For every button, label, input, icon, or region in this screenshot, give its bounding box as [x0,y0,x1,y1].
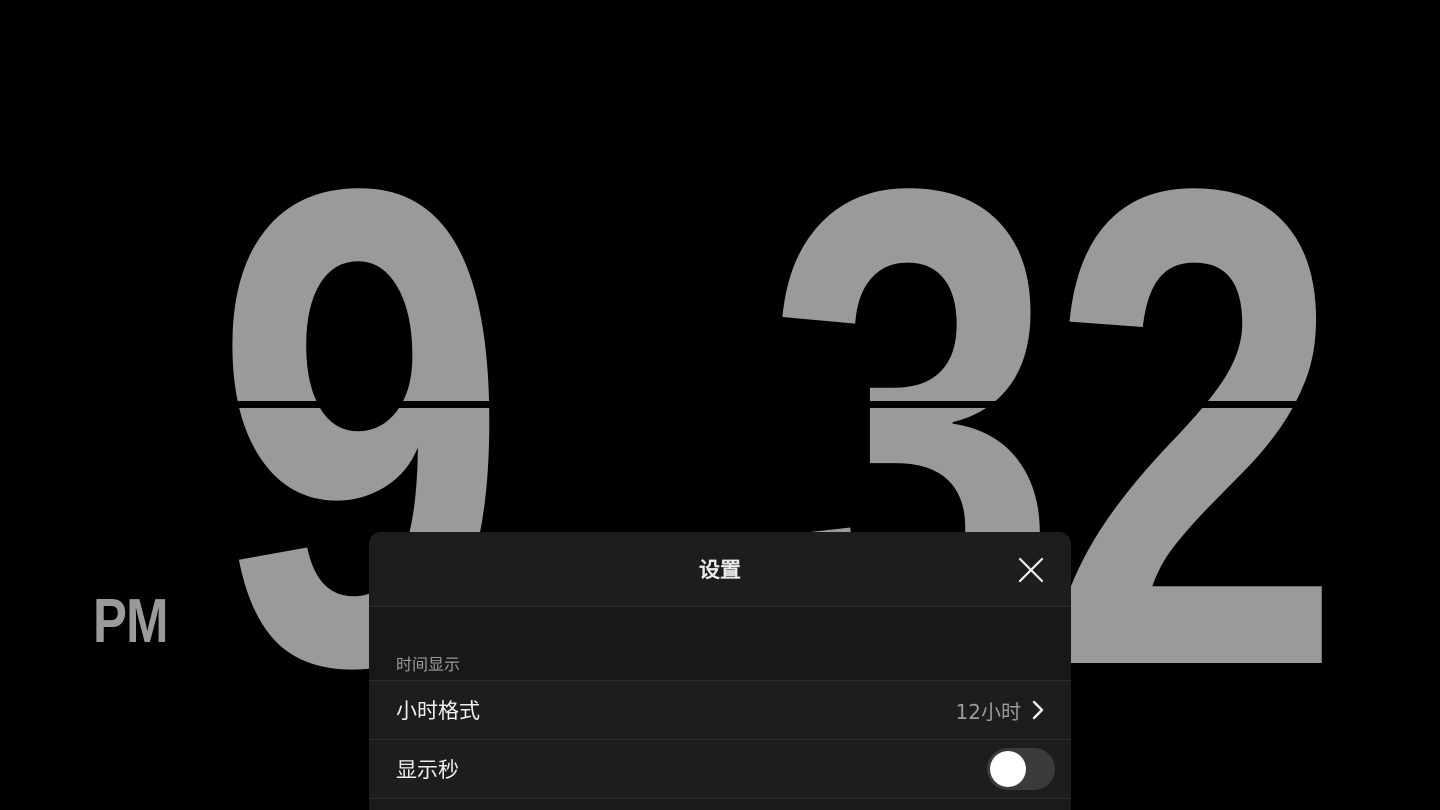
toggle-knob [990,751,1026,787]
close-button[interactable] [1017,556,1045,584]
hour-format-label: 小时格式 [396,699,480,723]
settings-header: 设置 [369,532,1071,607]
show-seconds-toggle[interactable] [987,748,1055,790]
flip-divider-minute [860,401,1360,408]
flip-divider-hour [230,401,530,408]
section-label-time-display: 时间显示 [369,650,1071,680]
settings-title: 设置 [699,558,741,582]
chevron-right-icon [1032,700,1044,720]
show-seconds-label: 显示秒 [396,758,459,782]
minute-ones-digit: 2 [1048,48,1343,808]
show-seconds-row: 显示秒 [369,739,1071,799]
ampm-indicator: PM [93,587,168,656]
hour-format-value: 12小时 [955,699,1021,724]
hour-format-row[interactable]: 小时格式 12小时 [369,680,1071,739]
close-icon [1018,557,1044,583]
settings-panel: 设置 时间显示 小时格式 12小时 显示秒 [369,532,1071,810]
clock-screen: 9 3 2 PM 设置 时间显示 小时格式 12小时 显示秒 [0,0,1440,810]
section-spacer [369,607,1071,650]
